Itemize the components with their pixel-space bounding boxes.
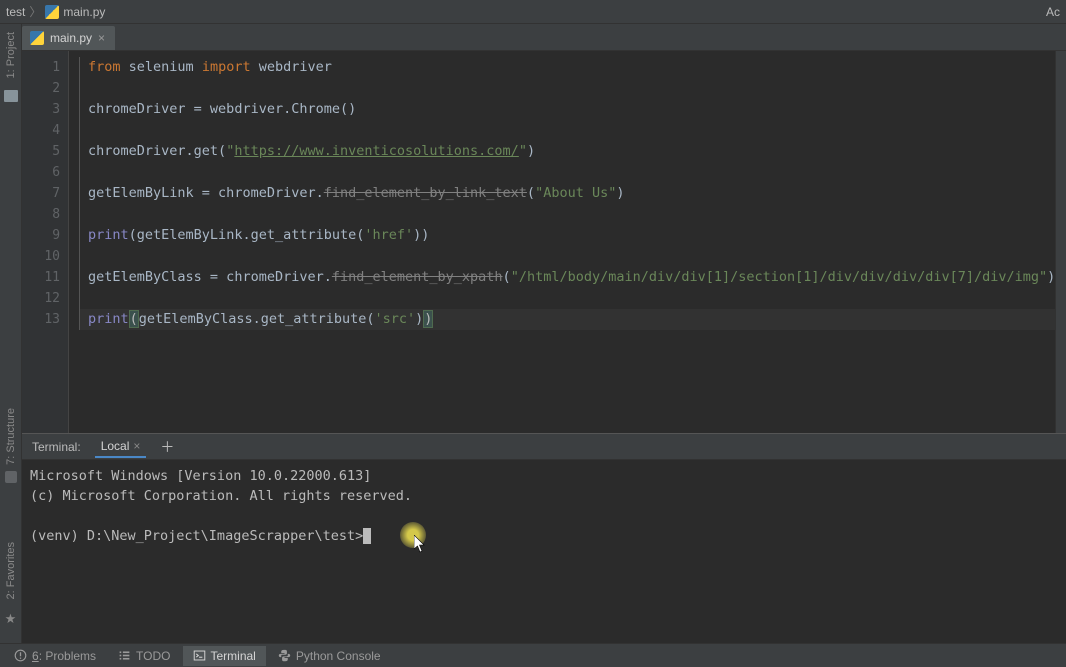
breadcrumb-root[interactable]: test [6, 5, 25, 19]
structure-icon [5, 471, 17, 483]
toolwindow-terminal[interactable]: Terminal [183, 646, 266, 666]
sidebar-item-label: 7: Structure [5, 408, 17, 465]
main-row: 1: Project 7: Structure 2: Favorites ★ m… [0, 24, 1066, 643]
breadcrumb-root-label: test [6, 5, 25, 19]
code-line[interactable] [79, 204, 1055, 225]
code-area[interactable]: from selenium import webdriver chromeDri… [69, 51, 1055, 433]
toolwindow-python-console[interactable]: Python Console [268, 646, 391, 666]
sidebar-item-favorites[interactable]: 2: Favorites [5, 542, 17, 599]
toolwindow-label: Python Console [296, 649, 381, 663]
sidebar-item-project[interactable]: 1: Project [5, 32, 17, 78]
top-breadcrumb-bar: test 〉 main.py Ac [0, 0, 1066, 24]
code-line[interactable] [79, 246, 1055, 267]
left-tool-strip: 1: Project 7: Structure 2: Favorites ★ [0, 24, 22, 643]
line-number: 5 [22, 141, 60, 162]
line-number: 7 [22, 183, 60, 204]
warning-icon [14, 649, 27, 662]
python-icon [278, 649, 291, 662]
terminal-body[interactable]: Microsoft Windows [Version 10.0.22000.61… [22, 460, 1066, 643]
code-line[interactable] [79, 162, 1055, 183]
python-file-icon [30, 31, 44, 45]
toolwindow-todo[interactable]: TODO [108, 646, 180, 666]
close-icon[interactable]: × [133, 439, 140, 453]
gutter-line-numbers: 12345678910111213 [22, 51, 69, 433]
folder-icon [4, 90, 18, 102]
sidebar-item-label: 1: Project [5, 32, 17, 78]
terminal-cursor [363, 528, 371, 544]
terminal-tab-local[interactable]: Local × [95, 436, 147, 458]
terminal-line: (c) Microsoft Corporation. All rights re… [30, 486, 1058, 506]
terminal-tab-label: Local [101, 439, 130, 453]
line-number: 13 [22, 309, 60, 330]
sidebar-item-label: 2: Favorites [5, 542, 17, 599]
editor-tabs: main.py × [22, 24, 1066, 51]
code-line[interactable]: getElemByClass = chromeDriver.find_eleme… [79, 267, 1055, 288]
line-number: 9 [22, 225, 60, 246]
list-icon [118, 649, 131, 662]
sidebar-item-structure[interactable]: 7: Structure [5, 408, 17, 465]
toolwindow-label: TODO [136, 649, 170, 663]
python-file-icon [45, 5, 59, 19]
add-terminal-button[interactable]: ＋ [160, 437, 174, 457]
terminal-icon [193, 649, 206, 662]
terminal-header: Terminal: Local × ＋ [22, 434, 1066, 460]
toolwindow-problems[interactable]: 6: Problems [4, 646, 106, 666]
top-right-actions[interactable]: Ac [1046, 5, 1060, 19]
code-line[interactable]: chromeDriver.get("https://www.inventicos… [79, 141, 1055, 162]
terminal-line [30, 506, 1058, 526]
line-number: 3 [22, 99, 60, 120]
terminal-title: Terminal: [32, 440, 81, 454]
code-line[interactable] [79, 120, 1055, 141]
bottom-tool-window-bar: 6: Problems TODO Terminal Python Console [0, 643, 1066, 667]
close-icon[interactable]: × [98, 31, 105, 45]
line-number: 8 [22, 204, 60, 225]
code-line[interactable]: print(getElemByClass.get_attribute('src'… [79, 309, 1055, 330]
line-number: 4 [22, 120, 60, 141]
editor-body: 12345678910111213 from selenium import w… [22, 51, 1066, 433]
code-line[interactable]: chromeDriver = webdriver.Chrome() [79, 99, 1055, 120]
toolwindow-label: 6: Problems [32, 649, 96, 663]
line-number: 2 [22, 78, 60, 99]
line-number: 6 [22, 162, 60, 183]
line-number: 12 [22, 288, 60, 309]
line-number: 10 [22, 246, 60, 267]
editor-tab-main-py[interactable]: main.py × [22, 26, 115, 50]
editor-tab-label: main.py [50, 31, 92, 45]
chevron-right-icon: 〉 [29, 3, 41, 20]
code-line[interactable]: print(getElemByLink.get_attribute('href'… [79, 225, 1055, 246]
code-line[interactable] [79, 78, 1055, 99]
code-line[interactable]: from selenium import webdriver [79, 57, 1055, 78]
vertical-scrollbar[interactable] [1055, 51, 1066, 433]
editor-column: main.py × 12345678910111213 from seleniu… [22, 24, 1066, 643]
line-number: 1 [22, 57, 60, 78]
toolwindow-label: Terminal [211, 649, 256, 663]
terminal-panel: Terminal: Local × ＋ Microsoft Windows [V… [22, 433, 1066, 643]
terminal-line: Microsoft Windows [Version 10.0.22000.61… [30, 466, 1058, 486]
star-icon: ★ [5, 611, 17, 627]
breadcrumb-file-label: main.py [63, 5, 105, 19]
code-line[interactable]: getElemByLink = chromeDriver.find_elemen… [79, 183, 1055, 204]
breadcrumb: test 〉 main.py [6, 3, 105, 20]
line-number: 11 [22, 267, 60, 288]
code-line[interactable] [79, 288, 1055, 309]
breadcrumb-file[interactable]: main.py [45, 5, 105, 19]
terminal-line: (venv) D:\New_Project\ImageScrapper\test… [30, 526, 1058, 546]
